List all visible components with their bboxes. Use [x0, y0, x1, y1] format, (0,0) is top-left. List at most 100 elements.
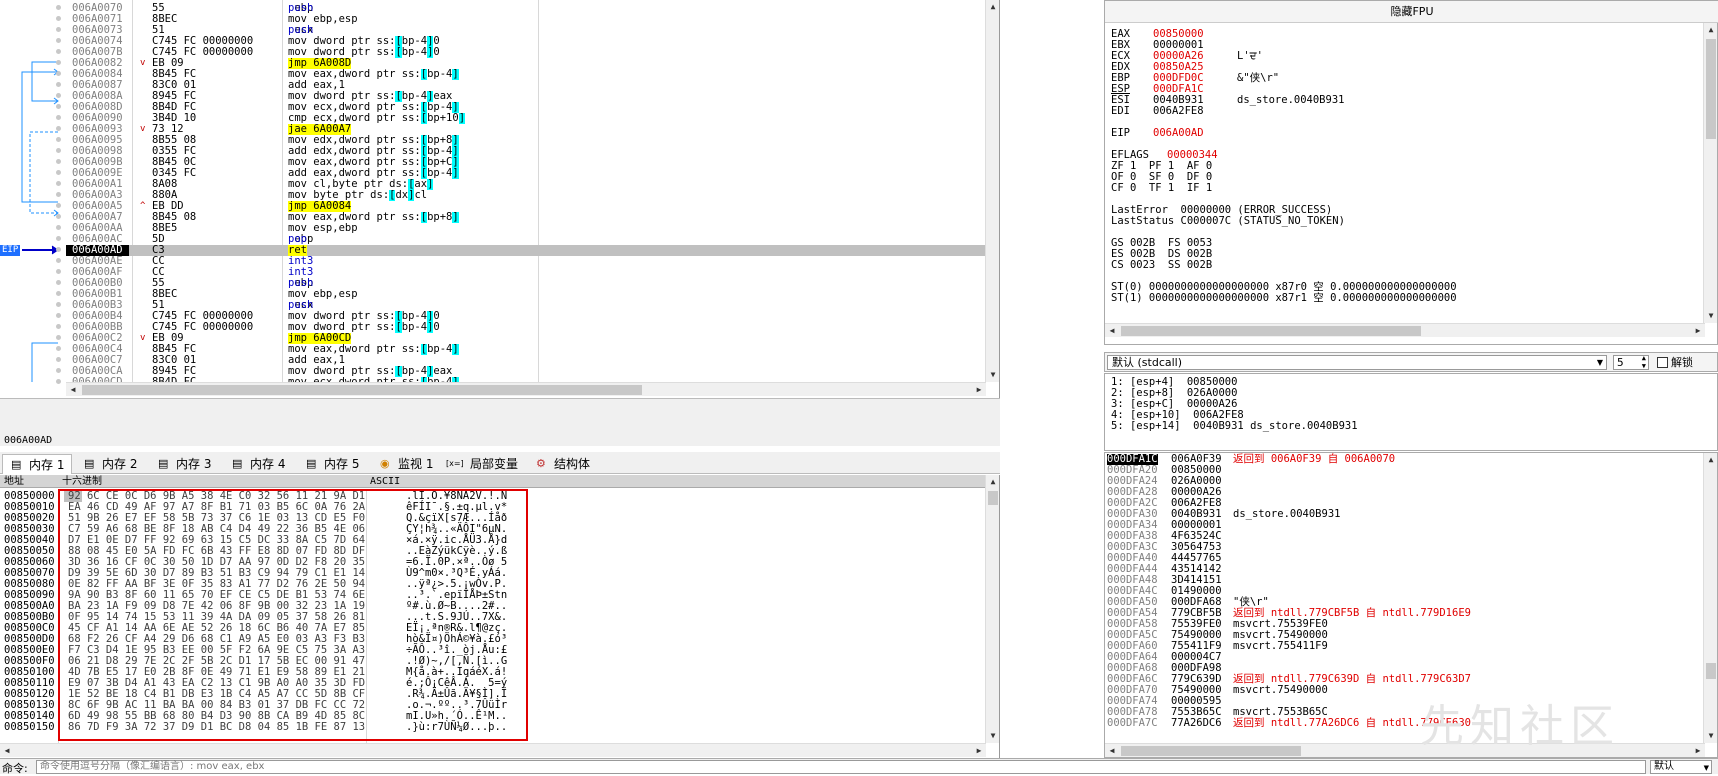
argument-row[interactable]: 5: [esp+14] 0040B931 ds_store.0040B931	[1111, 421, 1358, 432]
breakpoint-dot-icon[interactable]	[56, 346, 61, 351]
hscroll-thumb[interactable]	[82, 385, 642, 395]
disasm-row[interactable]: 006A008A 8945 FC mov dword ptr ss:[ebp-4],…	[66, 91, 988, 102]
breakpoint-dot-icon[interactable]	[56, 27, 61, 32]
scroll-right-icon[interactable]: ▶	[972, 744, 986, 758]
breakpoint-dot-icon[interactable]	[56, 291, 61, 296]
breakpoint-dot-icon[interactable]	[56, 379, 61, 384]
disasm-row[interactable]: 006A00C2 v EB 09 jmp 6A00CD	[66, 333, 988, 344]
breakpoint-dot-icon[interactable]	[56, 148, 61, 153]
unlock-checkbox[interactable]	[1657, 357, 1668, 368]
disasm-row[interactable]: 006A00C7 83C0 01 add eax,1	[66, 355, 988, 366]
tab-3[interactable]: ▤ 内存 3	[150, 454, 220, 474]
disasm-row[interactable]: 006A00AA 8BE5 mov esp,ebp	[66, 223, 988, 234]
breakpoint-dot-icon[interactable]	[56, 258, 61, 263]
tab-8[interactable]: ⚙ 结构体	[528, 454, 598, 474]
breakpoint-dot-icon[interactable]	[56, 60, 61, 65]
tab-6[interactable]: ◉ 监视 1	[372, 454, 440, 474]
breakpoint-dot-icon[interactable]	[56, 93, 61, 98]
arguments-pane[interactable]: 1: [esp+4] 00850000 2: [esp+8] 026A0000 3:…	[1104, 373, 1718, 451]
breakpoint-dot-icon[interactable]	[56, 247, 61, 252]
memory-dump-pane[interactable]: 地址 十六进制 ASCII 00850000 92 6C CE 0C D6 9B …	[0, 475, 1000, 758]
breakpoint-dot-icon[interactable]	[56, 302, 61, 307]
register-row[interactable]: EDI 006A2FE8	[1111, 105, 1204, 117]
disasm-row[interactable]: 006A009E 0345 FC add eax,dword ptr ss:[ebp…	[66, 168, 988, 179]
breakpoint-dot-icon[interactable]	[56, 236, 61, 241]
disasm-row[interactable]: 006A007B C745 FC 00000000 mov dword ptr ss…	[66, 47, 988, 58]
disasm-row[interactable]: 006A0093 v 73 12 jae 6A00A7	[66, 124, 988, 135]
fpu-row[interactable]: ST(1) 0000000000000000000 x87r1 空 0.0000…	[1111, 292, 1457, 304]
scroll-left-icon[interactable]: ◀	[0, 744, 14, 758]
disassembly-pane[interactable]: EIP 006A0070 55 push ebp 006A0071 8BEC mov eb…	[0, 0, 1000, 398]
disasm-row[interactable]: 006A0090 3B4D 10 cmp ecx,dword ptr ss:[ebp…	[66, 113, 988, 124]
scroll-left-icon[interactable]: ◀	[1105, 744, 1119, 758]
scroll-down-icon[interactable]: ▼	[1704, 309, 1718, 323]
disasm-row[interactable]: 006A00AC 5D pop ebp	[66, 234, 988, 245]
tab-1[interactable]: ▤ 内存 1	[2, 454, 72, 474]
breakpoint-dot-icon[interactable]	[56, 335, 61, 340]
tab-5[interactable]: ▤ 内存 5	[298, 454, 368, 474]
disasm-row[interactable]: 006A00A3 880A mov byte ptr ds:[edx] ,cl	[66, 190, 988, 201]
breakpoint-dot-icon[interactable]	[56, 38, 61, 43]
arg-count-spinner[interactable]: 5 ▲ ▼	[1613, 354, 1649, 370]
stack-pane[interactable]: 000DFA1C 006A0F39 返回到 006A0F39 自 006A0070 0…	[1104, 452, 1718, 758]
vscroll-thumb[interactable]	[988, 491, 998, 505]
disasm-row[interactable]: 006A00C4 8B45 FC mov eax,dword ptr ss:[ebp…	[66, 344, 988, 355]
scroll-right-icon[interactable]: ▶	[1691, 324, 1705, 338]
segment-row[interactable]: CS 0023 SS 002B	[1111, 259, 1212, 271]
breakpoint-dot-icon[interactable]	[56, 368, 61, 373]
scroll-up-icon[interactable]: ▲	[1704, 453, 1718, 467]
scroll-down-icon[interactable]: ▼	[986, 368, 1000, 382]
disasm-row[interactable]: 006A00B1 8BEC mov ebp,esp	[66, 289, 988, 300]
disasm-row[interactable]: 006A0071 8BEC mov ebp,esp	[66, 14, 988, 25]
disasm-row[interactable]: 006A00AD C3 ret	[66, 245, 988, 256]
breakpoint-dot-icon[interactable]	[56, 49, 61, 54]
registers-vscroll[interactable]: ▲ ▼	[1703, 23, 1717, 323]
breakpoint-dot-icon[interactable]	[56, 192, 61, 197]
breakpoint-dot-icon[interactable]	[56, 324, 61, 329]
breakpoint-dot-icon[interactable]	[56, 159, 61, 164]
disasm-row[interactable]: 006A00AF CC int3	[66, 267, 988, 278]
disasm-row[interactable]: 006A0095 8B55 08 mov edx,dword ptr ss:[ebp…	[66, 135, 988, 146]
breakpoint-dot-icon[interactable]	[56, 71, 61, 76]
breakpoint-dot-icon[interactable]	[56, 225, 61, 230]
registers-pane[interactable]: 隐藏FPU EAX 00850000 EBX 00000001 ECX 00000A26 L…	[1104, 0, 1718, 345]
breakpoint-dot-icon[interactable]	[56, 214, 61, 219]
disasm-row[interactable]: 006A00A1 8A08 mov cl,byte ptr ds:[eax]	[66, 179, 988, 190]
breakpoint-dot-icon[interactable]	[56, 181, 61, 186]
register-eip[interactable]: EIP 006A00AD	[1111, 127, 1204, 139]
disasm-row[interactable]: 006A00A5 ^ EB DD jmp 6A0084	[66, 201, 988, 212]
scroll-right-icon[interactable]: ▶	[1691, 744, 1705, 758]
registers-hscroll[interactable]: ◀ ▶	[1105, 323, 1705, 337]
disasm-row[interactable]: 006A00B0 55 push ebp	[66, 278, 988, 289]
disasm-row[interactable]: 006A0087 83C0 01 add eax,1	[66, 80, 988, 91]
command-mode-select[interactable]: 默认 ▼	[1650, 760, 1712, 774]
tab-7[interactable]: [x=] 局部变量	[444, 454, 524, 474]
hide-fpu-button[interactable]: 隐藏FPU	[1105, 1, 1718, 23]
scroll-down-icon[interactable]: ▼	[1704, 729, 1718, 743]
breakpoint-dot-icon[interactable]	[56, 280, 61, 285]
tab-4[interactable]: ▤ 内存 4	[224, 454, 294, 474]
disasm-row[interactable]: 006A0084 8B45 FC mov eax,dword ptr ss:[ebp…	[66, 69, 988, 80]
breakpoint-dot-icon[interactable]	[56, 82, 61, 87]
scroll-left-icon[interactable]: ◀	[1105, 324, 1119, 338]
hscroll-thumb[interactable]	[1121, 326, 1421, 336]
disasm-row[interactable]: 006A00CA 8945 FC mov dword ptr ss:[ebp-4],…	[66, 366, 988, 377]
disasm-row[interactable]: 006A0082 v EB 09 jmp 6A008D	[66, 58, 988, 69]
disasm-row[interactable]: 006A00BB C745 FC 00000000 mov dword ptr ss…	[66, 322, 988, 333]
breakpoint-dot-icon[interactable]	[56, 357, 61, 362]
breakpoint-dot-icon[interactable]	[56, 126, 61, 131]
breakpoint-dot-icon[interactable]	[56, 313, 61, 318]
vscroll-thumb[interactable]	[1706, 39, 1716, 139]
breakpoint-dot-icon[interactable]	[56, 16, 61, 21]
disassembly-lines[interactable]: 006A0070 55 push ebp 006A0071 8BEC mov ebp,es…	[66, 3, 988, 388]
disasm-row[interactable]: 006A0070 55 push ebp	[66, 3, 988, 14]
last-status-row[interactable]: LastStatus C000007C (STATUS_NO_TOKEN)	[1111, 215, 1345, 227]
hscroll-thumb[interactable]	[1121, 746, 1301, 756]
disasm-row[interactable]: 006A00AE CC int3	[66, 256, 988, 267]
breakpoint-dot-icon[interactable]	[56, 104, 61, 109]
scroll-up-icon[interactable]: ▲	[986, 0, 1000, 14]
command-input[interactable]: 命令使用逗号分隔（像汇编语言）: mov eax, ebx	[36, 760, 1646, 774]
disassembly-hscroll[interactable]: ◀ ▶	[66, 382, 986, 396]
call-convention-select[interactable]: 默认 (stdcall) ▼	[1107, 355, 1607, 370]
breakpoint-dot-icon[interactable]	[56, 5, 61, 10]
